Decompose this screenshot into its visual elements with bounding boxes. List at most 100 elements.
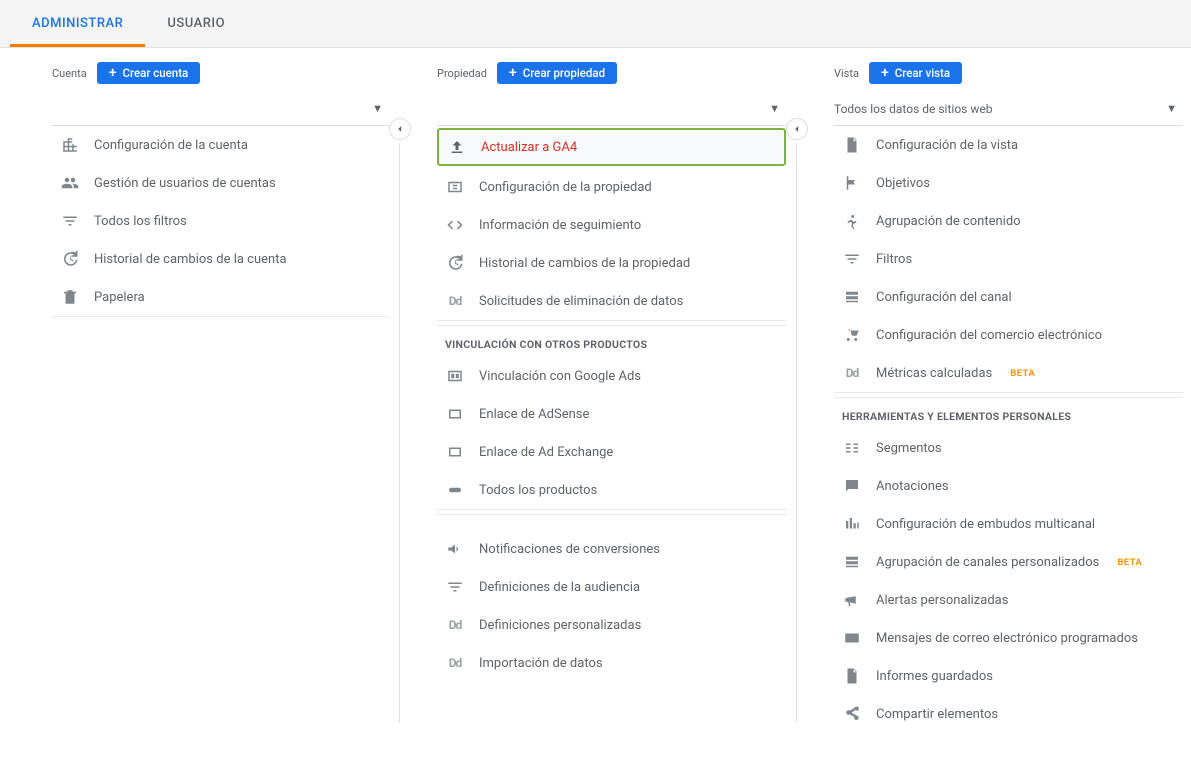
menu-item-label: Definiciones personalizadas bbox=[479, 618, 641, 633]
doc-icon bbox=[842, 136, 862, 154]
view-menu: Configuración de la vista Objetivos Agrupa… bbox=[834, 126, 1183, 393]
dd-icon: Dd bbox=[842, 366, 862, 380]
column-view: Vista + Crear vista Todos los datos de s… bbox=[794, 58, 1191, 733]
menu-item-label: Alertas personalizadas bbox=[876, 593, 1008, 608]
menu-item[interactable]: Papelera bbox=[52, 278, 389, 316]
menu-item[interactable]: Historial de cambios de la cuenta bbox=[52, 240, 389, 278]
create-view-label: Crear vista bbox=[895, 66, 950, 80]
menu-item-label: Vinculación con Google Ads bbox=[479, 369, 641, 384]
cart-icon bbox=[842, 326, 862, 344]
menu-item[interactable]: Configuración de la propiedad bbox=[437, 168, 786, 206]
view-selector[interactable]: Todos los datos de sitios web ▼ bbox=[834, 92, 1183, 126]
collapse-property-button[interactable] bbox=[389, 118, 411, 140]
filter-icon bbox=[842, 250, 862, 268]
menu-item-label: Agrupación de contenido bbox=[876, 214, 1021, 229]
bullhorn-icon bbox=[842, 591, 862, 609]
account-selector[interactable]: ▼ bbox=[52, 92, 389, 126]
plus-icon: + bbox=[109, 66, 117, 80]
channels-icon bbox=[842, 288, 862, 306]
menu-item[interactable]: DdMétricas calculadasBETA bbox=[834, 354, 1183, 392]
dd-icon: Dd bbox=[445, 618, 465, 632]
menu-item[interactable]: Agrupación de contenido bbox=[834, 202, 1183, 240]
mail-icon bbox=[842, 629, 862, 647]
bars-icon bbox=[842, 515, 862, 533]
menu-item-label: Definiciones de la audiencia bbox=[479, 580, 640, 595]
property-selector[interactable]: ▼ bbox=[437, 92, 786, 126]
plus-icon: + bbox=[509, 66, 517, 80]
menu-item[interactable]: Dd Definiciones personalizadas bbox=[437, 606, 786, 644]
menu-item[interactable]: Información de seguimiento bbox=[437, 206, 786, 244]
menu-item[interactable]: Definiciones de la audiencia bbox=[437, 568, 786, 606]
plus-icon: + bbox=[881, 66, 889, 80]
menu-item[interactable]: Todos los filtros bbox=[52, 202, 389, 240]
share-icon bbox=[842, 705, 862, 723]
people-icon bbox=[60, 174, 80, 192]
collapse-view-button[interactable] bbox=[786, 118, 808, 140]
menu-item-label: Segmentos bbox=[876, 441, 942, 456]
menu-item-label: Configuración de embudos multicanal bbox=[876, 517, 1095, 532]
menu-item[interactable]: Alertas personalizadas bbox=[834, 581, 1183, 619]
menu-item[interactable]: Notificaciones de conversiones bbox=[437, 530, 786, 568]
create-property-button[interactable]: + Crear propiedad bbox=[497, 62, 617, 84]
property-title: Propiedad bbox=[437, 67, 487, 80]
menu-item[interactable]: Enlace de AdSense bbox=[437, 395, 786, 433]
link-icon bbox=[445, 481, 465, 499]
menu-item[interactable]: Compartir elementos bbox=[834, 695, 1183, 733]
menu-item-label: Información de seguimiento bbox=[479, 218, 641, 233]
menu-item[interactable]: Segmentos bbox=[834, 429, 1183, 467]
tab-admin[interactable]: ADMINISTRAR bbox=[10, 0, 145, 47]
flag-icon bbox=[842, 174, 862, 192]
menu-item[interactable]: DdImportación de datos bbox=[437, 644, 786, 682]
menu-item-label: Anotaciones bbox=[876, 479, 949, 494]
doc-icon bbox=[842, 667, 862, 685]
menu-item-label: Agrupación de canales personalizados bbox=[876, 555, 1099, 570]
menu-item[interactable]: Configuración de la vista bbox=[834, 126, 1183, 164]
property-menu: Actualizar a GA4 Configuración de la prop… bbox=[437, 128, 786, 321]
divider bbox=[437, 514, 786, 530]
view-selector-value: Todos los datos de sitios web bbox=[834, 102, 992, 116]
property-section-products-title: VINCULACIÓN CON OTROS PRODUCTOS bbox=[437, 325, 786, 357]
menu-item[interactable]: Historial de cambios de la propiedad bbox=[437, 244, 786, 282]
create-view-button[interactable]: + Crear vista bbox=[869, 62, 962, 84]
menu-item[interactable]: Objetivos bbox=[834, 164, 1183, 202]
create-property-label: Crear propiedad bbox=[523, 66, 605, 80]
menu-item[interactable]: Gestión de usuarios de cuentas bbox=[52, 164, 389, 202]
menu-item[interactable]: Informes guardados bbox=[834, 657, 1183, 695]
comment-icon bbox=[842, 477, 862, 495]
menu-item-label: Historial de cambios de la propiedad bbox=[479, 256, 690, 271]
create-account-button[interactable]: + Crear cuenta bbox=[97, 62, 201, 84]
top-tabs: ADMINISTRAR USUARIO bbox=[0, 0, 1191, 48]
menu-item-label: Configuración de la vista bbox=[876, 138, 1018, 153]
vertical-divider bbox=[399, 143, 400, 723]
menu-item[interactable]: Anotaciones bbox=[834, 467, 1183, 505]
menu-item[interactable]: Actualizar a GA4 bbox=[437, 128, 786, 166]
view-section-personal: Segmentos Anotaciones Configuración de emb… bbox=[834, 429, 1183, 733]
menu-item-label: Enlace de AdSense bbox=[479, 407, 589, 422]
menu-item[interactable]: Configuración de embudos multicanal bbox=[834, 505, 1183, 543]
segments-icon bbox=[842, 439, 862, 457]
upload-icon bbox=[447, 138, 467, 156]
menu-item[interactable]: Vinculación con Google Ads bbox=[437, 357, 786, 395]
beta-badge: BETA bbox=[1010, 368, 1035, 379]
menu-item-label: Informes guardados bbox=[876, 669, 993, 684]
menu-item[interactable]: Filtros bbox=[834, 240, 1183, 278]
menu-item[interactable]: Todos los productos bbox=[437, 471, 786, 509]
menu-item-label: Configuración de la propiedad bbox=[479, 180, 652, 195]
menu-item-label: Configuración de la cuenta bbox=[94, 138, 248, 153]
menu-item-label: Filtros bbox=[876, 252, 912, 267]
menu-item[interactable]: Enlace de Ad Exchange bbox=[437, 433, 786, 471]
property-section-other: Notificaciones de conversiones Definicion… bbox=[437, 530, 786, 682]
menu-item[interactable]: Configuración de la cuenta bbox=[52, 126, 389, 164]
code-icon bbox=[445, 216, 465, 234]
menu-item[interactable]: Mensajes de correo electrónico programad… bbox=[834, 619, 1183, 657]
menu-item-label: Papelera bbox=[94, 290, 145, 305]
menu-item-label: Configuración del canal bbox=[876, 290, 1012, 305]
menu-item[interactable]: Agrupación de canales personalizadosBETA bbox=[834, 543, 1183, 581]
trash-icon bbox=[60, 288, 80, 306]
menu-item[interactable]: Configuración del comercio electrónico bbox=[834, 316, 1183, 354]
menu-item[interactable]: DdSolicitudes de eliminación de datos bbox=[437, 282, 786, 320]
tab-user[interactable]: USUARIO bbox=[145, 0, 247, 47]
menu-item[interactable]: Configuración del canal bbox=[834, 278, 1183, 316]
history-icon bbox=[445, 254, 465, 272]
dd-icon: Dd bbox=[445, 656, 465, 670]
